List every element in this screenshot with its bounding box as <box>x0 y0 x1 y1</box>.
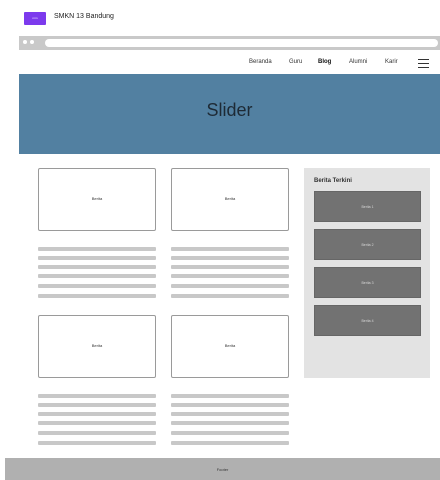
sidebar-news-item[interactable]: Berita 4 <box>314 305 421 336</box>
text-placeholder-line <box>171 394 289 398</box>
text-placeholder-line <box>171 441 289 445</box>
sidebar-news-item[interactable]: Berita 3 <box>314 267 421 298</box>
school-logo[interactable]: mm <box>24 12 46 25</box>
menu-icon[interactable] <box>418 58 429 68</box>
text-placeholder-line <box>38 421 156 425</box>
text-placeholder-line <box>171 256 289 260</box>
sidebar-news-item[interactable]: Berita 1 <box>314 191 421 222</box>
browser-chrome <box>19 36 440 50</box>
nav-item-blog[interactable]: Blog <box>318 59 331 65</box>
post-card-label: Berita <box>91 196 103 201</box>
text-placeholder-line <box>171 421 289 425</box>
post-card-label: Berita <box>224 196 236 201</box>
text-placeholder-line <box>38 412 156 416</box>
text-placeholder-line <box>38 441 156 445</box>
text-placeholder-line <box>38 294 156 298</box>
sidebar-news-label: Berita 2 <box>361 243 374 247</box>
main-navigation: Beranda Guru Blog Alumni Karir <box>19 50 440 74</box>
text-placeholder-line <box>38 265 156 269</box>
text-placeholder-line <box>38 256 156 260</box>
window-dot-icon <box>30 40 34 44</box>
footer-label: Footer <box>216 467 229 472</box>
nav-item-alumni[interactable]: Alumni <box>349 59 367 65</box>
text-placeholder-line <box>171 274 289 278</box>
sidebar-news-label: Berita 1 <box>361 205 374 209</box>
text-placeholder-line <box>171 294 289 298</box>
text-placeholder-line <box>38 403 156 407</box>
hero-slider[interactable]: Slider <box>19 74 440 154</box>
sidebar-latest-news: Berita Terkini Berita 1 Berita 2 Berita … <box>304 168 430 378</box>
sidebar-news-item[interactable]: Berita 2 <box>314 229 421 260</box>
nav-item-beranda[interactable]: Beranda <box>249 59 272 65</box>
text-placeholder-line <box>171 265 289 269</box>
text-placeholder-line <box>38 394 156 398</box>
address-bar[interactable] <box>45 39 438 47</box>
post-card-label: Berita <box>224 343 236 348</box>
post-card-label: Berita <box>91 343 103 348</box>
text-placeholder-line <box>38 284 156 288</box>
window-dot-icon <box>23 40 27 44</box>
page-footer: Footer <box>5 458 440 480</box>
top-bar: mm SMKN 13 Bandung <box>0 0 440 34</box>
text-placeholder-line <box>171 403 289 407</box>
sidebar-title: Berita Terkini <box>314 178 352 184</box>
text-placeholder-line <box>38 247 156 251</box>
school-name: SMKN 13 Bandung <box>54 13 114 20</box>
post-card[interactable]: Berita <box>171 315 289 378</box>
sidebar-news-label: Berita 3 <box>361 281 374 285</box>
post-card[interactable]: Berita <box>171 168 289 231</box>
post-card[interactable]: Berita <box>38 168 156 231</box>
sidebar-news-label: Berita 4 <box>361 319 374 323</box>
text-placeholder-line <box>171 284 289 288</box>
text-placeholder-line <box>38 431 156 435</box>
text-placeholder-line <box>171 247 289 251</box>
nav-item-guru[interactable]: Guru <box>289 59 302 65</box>
text-placeholder-line <box>171 431 289 435</box>
slider-title: Slider <box>206 100 253 120</box>
text-placeholder-line <box>171 412 289 416</box>
nav-item-karir[interactable]: Karir <box>385 59 398 65</box>
post-card[interactable]: Berita <box>38 315 156 378</box>
text-placeholder-line <box>38 274 156 278</box>
